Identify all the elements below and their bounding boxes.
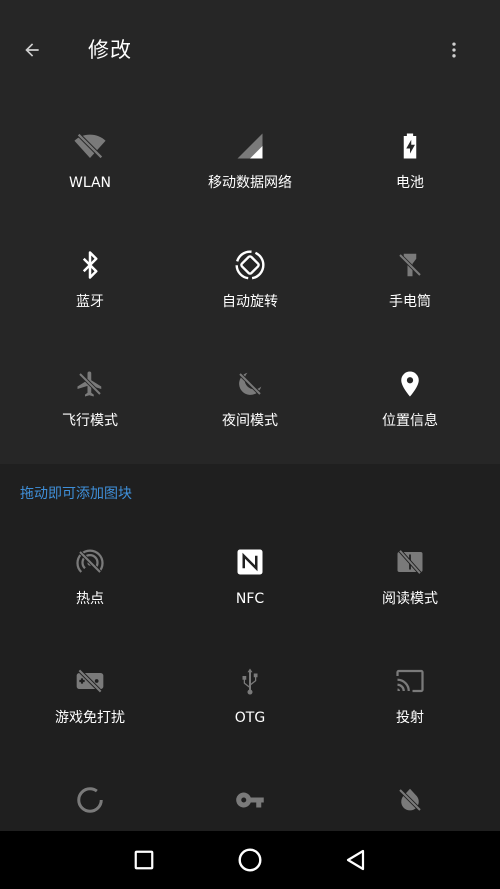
- home-button[interactable]: [232, 842, 268, 878]
- tile-location[interactable]: 位置信息: [330, 340, 490, 440]
- tile-label: 阅读模式: [382, 591, 438, 607]
- tile-hotspot[interactable]: 热点: [10, 518, 170, 618]
- tile-bluetooth[interactable]: 蓝牙: [10, 221, 170, 321]
- location-icon: [392, 366, 428, 402]
- nfc-icon: [232, 544, 268, 580]
- tile-label: 手电筒: [389, 294, 431, 310]
- signal-icon: [232, 128, 268, 164]
- night-mode-off-icon: [232, 366, 268, 402]
- tile-night-mode[interactable]: 夜间模式: [170, 340, 330, 440]
- tile-game-mode[interactable]: 游戏免打扰: [10, 637, 170, 737]
- more-vert-icon: [452, 42, 456, 58]
- tile-label: 自动旋转: [222, 294, 278, 310]
- cast-icon: [392, 663, 428, 699]
- vpn-key-icon: [232, 782, 268, 818]
- tile-label: 游戏免打扰: [55, 710, 125, 726]
- page-title: 修改: [88, 38, 132, 62]
- invert-colors-off-icon: [392, 782, 428, 818]
- arrow-back-icon: [25, 43, 39, 57]
- tile-nfc[interactable]: NFC: [170, 518, 330, 618]
- tile-label: 位置信息: [382, 413, 438, 429]
- app-bar: 修改: [0, 0, 500, 100]
- tile-auto-rotate[interactable]: 自动旋转: [170, 221, 330, 321]
- tile-label: 投射: [396, 710, 424, 726]
- tile-cast[interactable]: 投射: [330, 637, 490, 737]
- tile-label: WLAN: [68, 175, 111, 191]
- tile-label: 移动数据网络: [208, 175, 292, 191]
- flashlight-off-icon: [392, 247, 428, 283]
- tile-reading-mode[interactable]: 阅读模式: [330, 518, 490, 618]
- tile-airplane-mode[interactable]: 飞行模式: [10, 340, 170, 440]
- screen-rotation-icon: [232, 247, 268, 283]
- tile-label: 夜间模式: [222, 413, 278, 429]
- airplane-off-icon: [72, 366, 108, 402]
- tile-wlan[interactable]: WLAN: [10, 102, 170, 202]
- hotspot-off-icon: [72, 544, 108, 580]
- recents-square-icon: [134, 850, 154, 870]
- tile-label: 电池: [396, 175, 424, 191]
- tile-label: OTG: [234, 710, 266, 726]
- drag-hint: 拖动即可添加图块: [20, 486, 132, 502]
- system-navigation-bar: [0, 831, 500, 889]
- reading-mode-off-icon: [392, 544, 428, 580]
- back-button[interactable]: [14, 32, 50, 68]
- tile-battery[interactable]: 电池: [330, 102, 490, 202]
- bluetooth-icon: [72, 247, 108, 283]
- quick-settings-editor: 修改 WLAN 移动数据网络 电池 蓝牙 自动旋转 手电筒 飞行模式 夜间模式 …: [0, 0, 500, 831]
- back-nav-button[interactable]: [338, 842, 374, 878]
- tile-label: 蓝牙: [76, 294, 104, 310]
- tile-label: 飞行模式: [62, 413, 118, 429]
- tile-mobile-data[interactable]: 移动数据网络: [170, 102, 330, 202]
- usb-icon: [232, 663, 268, 699]
- tile-label: 热点: [76, 591, 104, 607]
- wifi-off-icon: [72, 128, 108, 164]
- back-triangle-icon: [346, 849, 365, 871]
- tile-otg[interactable]: OTG: [170, 637, 330, 737]
- battery-charging-icon: [392, 128, 428, 164]
- more-options-button[interactable]: [436, 32, 472, 68]
- active-tiles-grid: WLAN 移动数据网络 电池 蓝牙 自动旋转 手电筒 飞行模式 夜间模式 位置信…: [0, 100, 500, 464]
- home-circle-icon: [238, 848, 262, 872]
- recents-button[interactable]: [126, 842, 162, 878]
- game-mode-off-icon: [72, 663, 108, 699]
- data-saver-icon: [72, 782, 108, 818]
- tile-label: NFC: [235, 591, 265, 607]
- tile-flashlight[interactable]: 手电筒: [330, 221, 490, 321]
